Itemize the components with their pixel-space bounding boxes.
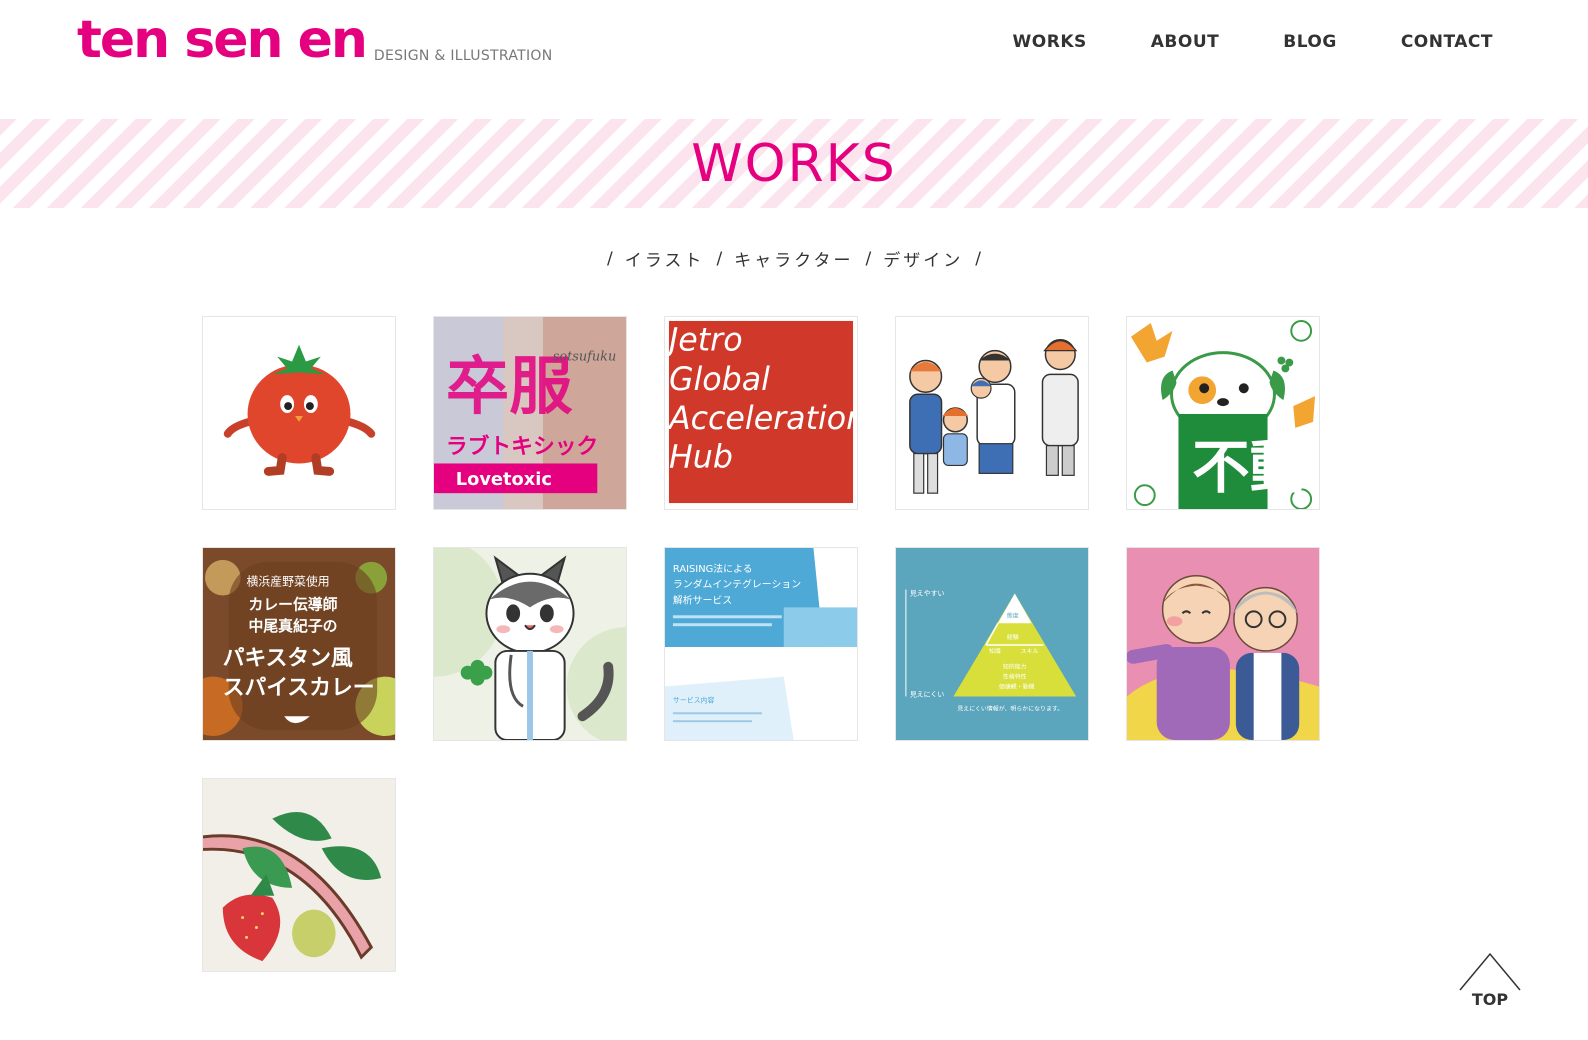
nav-works[interactable]: WORKS — [1013, 32, 1087, 52]
pyramid-level-4: スキル — [1021, 648, 1039, 655]
work-thumbnail-tomato[interactable] — [202, 316, 396, 510]
back-to-top-label: TOP — [1471, 990, 1509, 1009]
filter-separator: / — [607, 248, 613, 269]
curry-line-5: スパイスカレー — [223, 675, 375, 700]
jetro-poster-image: Jetro Global Acceleration Hub — [665, 317, 857, 509]
sotsufuku-brand: Lovetoxic — [456, 469, 552, 490]
pyramid-bottom-label: 見えにくい — [910, 690, 944, 698]
filter-character[interactable]: キャラクター — [734, 246, 853, 271]
pyramid-level-1: 態度 — [1007, 611, 1019, 619]
nav-blog[interactable]: BLOG — [1283, 32, 1337, 52]
jetro-line-2: Global — [669, 362, 770, 398]
jetro-line-3: Acceleration — [667, 401, 857, 437]
pyramid-caption: 見えにくい情報が、明らかになります。 — [957, 704, 1063, 712]
pyramid-level-2: 経験 — [1007, 633, 1019, 641]
filter-illustration[interactable]: イラスト — [625, 246, 705, 271]
site-logo[interactable]: ten sen en DESIGN & ILLUSTRATION — [77, 14, 553, 66]
cat-doctor-image — [434, 548, 626, 740]
pyramid-top-label: 見えやすい — [910, 590, 945, 598]
jetro-line-4: Hub — [669, 439, 733, 475]
work-thumbnail-family[interactable] — [895, 316, 1089, 510]
raising-footer: サービス内容 — [673, 695, 715, 704]
work-thumbnail-sotsufuku[interactable]: 卒服 sotsufuku ラブトキシック Lovetoxic — [433, 316, 627, 510]
filter-separator: / — [716, 248, 723, 269]
curry-line-1: 横浜産野菜使用 — [247, 575, 330, 589]
nav-contact[interactable]: CONTACT — [1401, 32, 1493, 52]
work-thumbnail-jetro[interactable]: Jetro Global Acceleration Hub — [664, 316, 858, 510]
sotsufuku-poster-image: 卒服 sotsufuku ラブトキシック Lovetoxic — [434, 317, 626, 509]
pyramid-level-3: 知識 — [989, 647, 1001, 655]
pyramid-level-6: 性格特性 — [1003, 673, 1027, 681]
pyramid-diagram-image: 見えやすい 見えにくい 態度 経験 知識 スキル 知的能力 性格特性 価値観・動… — [896, 548, 1088, 740]
work-thumbnail-pyramid[interactable]: 見えやすい 見えにくい 態度 経験 知識 スキル 知的能力 性格特性 価値観・動… — [895, 547, 1089, 741]
page-title: WORKS — [691, 133, 897, 194]
logo-tagline: DESIGN & ILLUSTRATION — [373, 48, 553, 64]
curry-line-4: パキスタン風 — [223, 646, 353, 671]
work-thumbnail-cat[interactable] — [433, 547, 627, 741]
family-evacuation-image — [896, 317, 1088, 509]
page-title-banner: WORKS — [0, 119, 1588, 208]
pyramid-level-7: 価値観・動機 — [999, 683, 1035, 691]
raising-line-1: RAISING法による — [673, 562, 753, 575]
raising-brochure-image: RAISING法による ランダムインテグレーション 解析サービス サービス内容 — [665, 548, 857, 740]
logo-mark: ten sen en — [77, 10, 368, 70]
work-thumbnail-couple[interactable] — [1126, 547, 1320, 741]
elderly-couple-image — [1127, 548, 1319, 740]
filter-separator: / — [865, 248, 872, 269]
dog-autumn-image: 不動 — [1127, 317, 1319, 509]
back-to-top-button[interactable]: TOP — [1458, 950, 1522, 1014]
filter-separator: / — [975, 248, 981, 269]
raising-line-3: 解析サービス — [673, 593, 732, 606]
curry-line-2: カレー伝導師 — [249, 595, 338, 613]
chevron-up-icon — [1459, 952, 1521, 991]
strawberry-illustration-image — [203, 779, 395, 971]
sotsufuku-subtitle: ラブトキシック — [446, 434, 598, 460]
dog-sign-text: 不動 — [1192, 434, 1307, 501]
filter-design[interactable]: デザイン — [883, 246, 963, 271]
nav-about[interactable]: ABOUT — [1151, 32, 1219, 52]
work-thumbnail-dog[interactable]: 不動 — [1126, 316, 1320, 510]
raising-line-2: ランダムインテグレーション — [673, 578, 801, 591]
work-thumbnail-strawberry[interactable] — [202, 778, 396, 972]
sotsufuku-script: sotsufuku — [553, 350, 617, 365]
curry-line-3: 中尾真紀子の — [249, 617, 338, 635]
pyramid-level-5: 知的能力 — [1003, 663, 1027, 671]
work-thumbnail-curry[interactable]: 横浜産野菜使用 カレー伝導師 中尾真紀子の パキスタン風 スパイスカレー — [202, 547, 396, 741]
category-filter: / イラスト / キャラクター / デザイン / — [0, 246, 1588, 272]
jetro-line-1: Jetro — [665, 323, 743, 359]
work-thumbnail-raising[interactable]: RAISING法による ランダムインテグレーション 解析サービス サービス内容 — [664, 547, 858, 741]
curry-poster-image: 横浜産野菜使用 カレー伝導師 中尾真紀子の パキスタン風 スパイスカレー — [203, 548, 395, 740]
main-nav: WORKS ABOUT BLOG CONTACT — [949, 32, 1493, 52]
tomato-character-image — [203, 317, 395, 509]
